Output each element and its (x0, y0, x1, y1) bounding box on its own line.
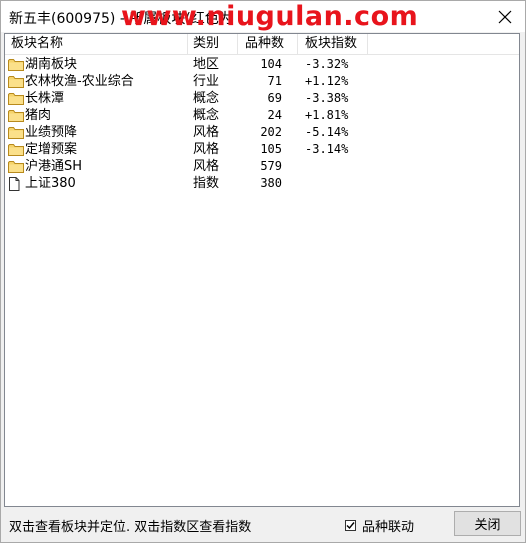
check-icon (346, 522, 355, 530)
sector-dialog: 新五丰(600975) - 所属板块(红色为 www.niugulan.com … (0, 0, 526, 543)
sector-list[interactable]: 板块名称 类别 品种数 板块指数 湖南板块 地区 104 -3.32% 农林牧渔-农业综… (4, 33, 520, 507)
sector-count: 104 (260, 57, 282, 71)
column-header-name[interactable]: 板块名称 (5, 34, 188, 54)
table-row[interactable]: 长株潭 概念 69 -3.38% (5, 90, 519, 107)
folder-icon (8, 160, 24, 174)
list-rows: 湖南板块 地区 104 -3.32% 农林牧渔-农业综合 行业 71 +1.12% 长株潭 概念 6… (5, 56, 519, 192)
sector-category: 概念 (193, 108, 220, 123)
table-row[interactable]: 上证380 指数 380 (5, 175, 519, 192)
sector-name: 猪肉 (25, 108, 52, 123)
table-row[interactable]: 农林牧渔-农业综合 行业 71 +1.12% (5, 73, 519, 90)
folder-icon (8, 126, 24, 140)
folder-icon (8, 92, 24, 106)
table-row[interactable]: 湖南板块 地区 104 -3.32% (5, 56, 519, 73)
hint-text: 双击查看板块并定位. 双击指数区查看指数 (9, 520, 252, 535)
sector-name: 业绩预降 (25, 125, 78, 140)
link-checkbox[interactable]: 品种联动 (345, 516, 414, 535)
table-row[interactable]: 业绩预降 风格 202 -5.14% (5, 124, 519, 141)
column-header-count[interactable]: 品种数 (238, 34, 298, 54)
sector-index: -3.32% (305, 57, 349, 71)
sector-index: +1.81% (305, 108, 349, 122)
sector-index: -3.14% (305, 142, 349, 156)
document-icon (8, 177, 24, 191)
title-bar[interactable]: 新五丰(600975) - 所属板块(红色为 www.niugulan.com (1, 1, 525, 32)
sector-category: 地区 (193, 57, 220, 72)
list-header: 板块名称 类别 品种数 板块指数 (5, 34, 519, 55)
sector-name: 湖南板块 (25, 57, 78, 72)
folder-icon (8, 58, 24, 72)
sector-name: 上证380 (25, 176, 76, 191)
column-header-category[interactable]: 类别 (188, 34, 238, 54)
sector-count: 24 (267, 108, 282, 122)
sector-index: +1.12% (305, 74, 349, 88)
sector-category: 概念 (193, 91, 220, 106)
table-row[interactable]: 沪港通SH 风格 579 (5, 158, 519, 175)
watermark-text: www.niugulan.com (121, 1, 419, 32)
sector-name: 沪港通SH (25, 159, 83, 174)
folder-icon (8, 143, 24, 157)
close-button[interactable]: 关闭 (454, 511, 521, 536)
sector-count: 105 (260, 142, 282, 156)
window-close-button[interactable] (495, 7, 515, 27)
sector-name: 长株潭 (25, 91, 65, 106)
sector-category: 风格 (193, 142, 220, 157)
link-checkbox-label: 品种联动 (362, 520, 415, 535)
sector-count: 579 (260, 159, 282, 173)
sector-category: 行业 (193, 74, 220, 89)
sector-count: 202 (260, 125, 282, 139)
close-icon (498, 10, 512, 24)
sector-name: 定增预案 (25, 142, 78, 157)
sector-name: 农林牧渔-农业综合 (25, 74, 134, 89)
sector-count: 380 (260, 176, 282, 190)
table-row[interactable]: 定增预案 风格 105 -3.14% (5, 141, 519, 158)
sector-index: -5.14% (305, 125, 349, 139)
sector-category: 指数 (193, 176, 220, 191)
sector-index: -3.38% (305, 91, 349, 105)
checkbox-box[interactable] (345, 520, 356, 531)
sector-count: 69 (267, 91, 282, 105)
sector-category: 风格 (193, 125, 220, 140)
folder-icon (8, 109, 24, 123)
sector-count: 71 (267, 74, 282, 88)
column-header-index[interactable]: 板块指数 (298, 34, 368, 54)
table-row[interactable]: 猪肉 概念 24 +1.81% (5, 107, 519, 124)
folder-icon (8, 75, 24, 89)
sector-category: 风格 (193, 159, 220, 174)
